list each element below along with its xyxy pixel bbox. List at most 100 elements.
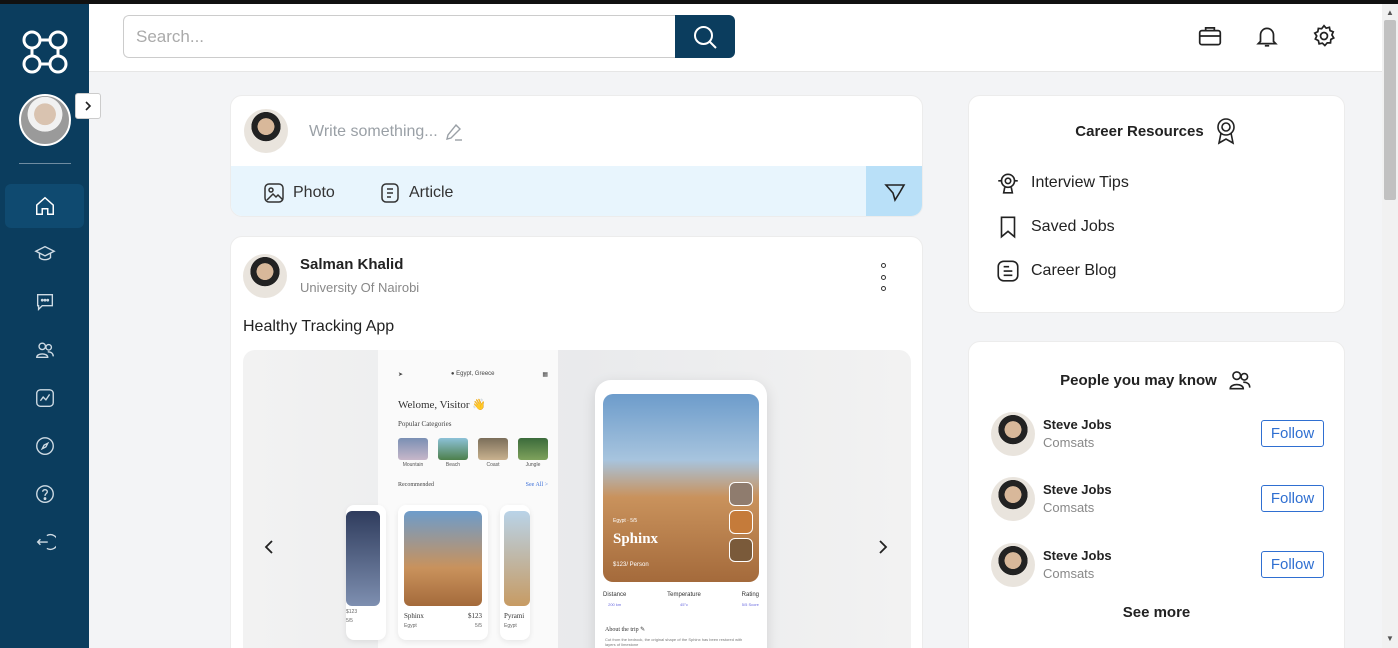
nav-analytics[interactable] [5,376,84,420]
follow-button[interactable]: Follow [1261,485,1324,512]
compose-input[interactable]: Write something... [309,122,464,142]
nav-people[interactable] [5,328,84,372]
career-link-saved-jobs[interactable]: Saved Jobs [995,214,1115,240]
career-link-career-blog[interactable]: Career Blog [995,258,1116,284]
people-list-item: Steve Jobs Comsats Follow [991,477,1325,521]
sidebar [0,4,101,648]
carousel-prev-button[interactable] [257,535,281,559]
post-composer: Write something... Photo Article [230,95,923,217]
bell-icon [1256,27,1278,47]
post-text: Healthy Tracking App [243,318,395,335]
media-recommended: Recommended [398,482,434,488]
career-item-label: Interview Tips [1031,174,1129,191]
top-header [89,4,1382,72]
media-stat-value: 45°c [679,602,689,607]
media-card-price: $123 [468,612,482,620]
media-detail-loc: Egypt · 5/5 [613,518,638,524]
media-about-title: About the trip ✎ [605,627,646,633]
nav-home[interactable] [5,184,84,228]
career-item-label: Saved Jobs [1031,218,1115,235]
jobs-button[interactable] [1195,21,1225,51]
briefcase-icon [1198,27,1222,46]
scroll-down-arrow[interactable]: ▼ [1386,634,1394,643]
person-avatar[interactable] [991,543,1035,587]
image-icon [264,183,284,203]
window-top-edge [0,0,1398,4]
add-photo-button[interactable]: Photo [263,182,335,204]
media-card-price: $123 [346,609,358,615]
follow-button[interactable]: Follow [1261,420,1324,447]
sidebar-divider [19,163,71,164]
people-list-item: Steve Jobs Comsats Follow [991,543,1325,587]
people-icon [1229,371,1251,390]
blog-icon [997,260,1019,282]
media-see-all: See All > [525,482,548,488]
person-name[interactable]: Steve Jobs [1043,482,1112,497]
media-stat-label: Rating [741,592,759,598]
notifications-button[interactable] [1252,21,1282,51]
chevron-right-icon [85,101,92,111]
nav-education[interactable] [5,232,84,276]
article-label: Article [409,184,454,201]
graduation-cap-icon [33,245,56,261]
search-input[interactable] [123,15,675,58]
media-stat-label: Temperature [667,592,701,598]
media-about-text: Cut from the bedrock, the original shape… [605,637,743,648]
people-title: People you may know [1060,371,1217,389]
media-detail-price: $123/ Person [613,562,649,568]
article-icon [381,183,399,203]
profile-avatar[interactable] [19,94,71,146]
chat-icon [36,293,53,311]
pencil-icon [445,123,462,141]
sphinx-image: Egypt · 5/5 Sphinx $123/ Person [603,394,759,582]
person-name[interactable]: Steve Jobs [1043,417,1112,432]
see-more-link[interactable]: See more [969,604,1344,621]
post-author-affiliation: University Of Nairobi [300,280,420,295]
person-name[interactable]: Steve Jobs [1043,548,1112,563]
media-stat-value: 200 km [608,602,622,607]
media-category: Coast [486,462,500,468]
media-stat-label: Distance [603,592,627,598]
people-icon [35,342,54,359]
nav-explore[interactable] [5,424,84,468]
nav-messages[interactable] [5,280,84,324]
post-author-name[interactable]: Salman Khalid [300,256,403,273]
chevron-left-icon [264,540,273,554]
compass-icon [35,437,54,455]
person-avatar[interactable] [991,412,1035,456]
sidebar-expand-button[interactable] [75,93,101,119]
media-category: Beach [445,462,461,468]
post-author-avatar[interactable] [243,254,287,298]
nav-help[interactable] [5,472,84,516]
app-logo[interactable] [16,24,74,82]
send-post-button[interactable] [866,166,922,216]
person-avatar[interactable] [991,477,1035,521]
media-screen-detail: Egypt · 5/5 Sphinx $123/ Person Distance… [595,380,767,648]
media-card-name: Sphinx [404,612,424,620]
search-button[interactable] [675,15,735,58]
gear-icon [1313,24,1335,47]
nav-logout[interactable] [5,520,84,564]
media-detail-title: Sphinx [613,531,659,547]
compose-actions-bar: Photo Article [231,166,922,216]
home-icon [35,196,54,215]
scroll-thumb[interactable] [1384,20,1396,200]
settings-button[interactable] [1309,21,1339,51]
post-media-carousel: ➤ ● Egypt, Greece ▦ Welome, Visitor 👋 Popu… [243,350,911,648]
media-popular-text: Popular Categories [398,420,452,428]
scroll-up-arrow[interactable]: ▲ [1386,8,1394,17]
feed-post: Salman Khalid University Of Nairobi Heal… [230,236,923,648]
add-article-button[interactable]: Article [379,182,453,204]
help-icon [35,485,54,503]
search-icon [694,25,717,49]
chevron-right-icon [879,540,888,554]
follow-button[interactable]: Follow [1261,551,1324,578]
award-icon [1216,118,1235,145]
carousel-next-button[interactable] [871,535,895,559]
lightbulb-icon [998,173,1018,194]
career-link-interview-tips[interactable]: Interview Tips [995,170,1129,196]
people-list-item: Steve Jobs Comsats Follow [991,412,1325,456]
media-card-rating: 5/5 [346,618,353,624]
post-options-button[interactable] [876,263,890,291]
page-scrollbar[interactable]: ▲ ▼ [1382,4,1398,648]
